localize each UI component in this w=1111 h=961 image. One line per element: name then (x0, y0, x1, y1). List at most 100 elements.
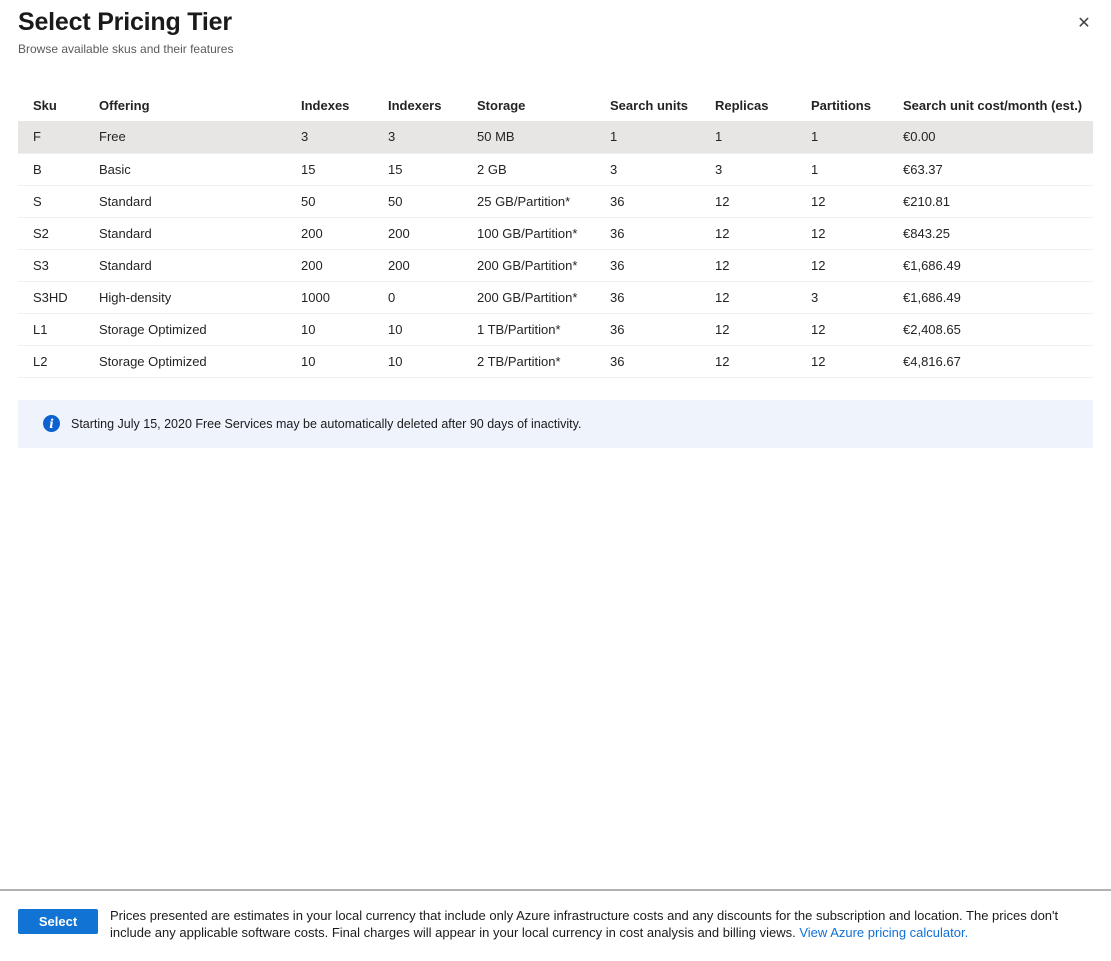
cell-replicas: 1 (715, 121, 811, 153)
azure-pricing-calculator-link[interactable]: View Azure pricing calculator. (799, 925, 968, 940)
cell-offering: Basic (99, 153, 301, 185)
cell-indexes: 3 (301, 121, 388, 153)
cell-offering: Standard (99, 185, 301, 217)
cell-sku: S3 (18, 249, 99, 281)
cell-replicas: 12 (715, 217, 811, 249)
cell-search-units: 36 (610, 345, 715, 377)
table-row[interactable]: S2 Standard 200 200 100 GB/Partition* 36… (18, 217, 1093, 249)
cell-cost: €4,816.67 (903, 345, 1093, 377)
column-header-sku: Sku (18, 90, 99, 121)
cell-indexers: 10 (388, 313, 477, 345)
cell-offering: Storage Optimized (99, 345, 301, 377)
cell-sku: S3HD (18, 281, 99, 313)
column-header-indexes: Indexes (301, 90, 388, 121)
close-icon[interactable]: ✕ (1073, 12, 1095, 34)
cell-indexes: 200 (301, 249, 388, 281)
table-row[interactable]: S3HD High-density 1000 0 200 GB/Partitio… (18, 281, 1093, 313)
cell-offering: Storage Optimized (99, 313, 301, 345)
cell-storage: 2 GB (477, 153, 610, 185)
column-header-search-units: Search units (610, 90, 715, 121)
cell-storage: 25 GB/Partition* (477, 185, 610, 217)
cell-search-units: 3 (610, 153, 715, 185)
select-button[interactable]: Select (18, 909, 98, 934)
cell-indexes: 200 (301, 217, 388, 249)
cell-indexers: 3 (388, 121, 477, 153)
table-row[interactable]: S Standard 50 50 25 GB/Partition* 36 12 … (18, 185, 1093, 217)
cell-replicas: 12 (715, 313, 811, 345)
cell-partitions: 12 (811, 185, 903, 217)
cell-replicas: 12 (715, 249, 811, 281)
pricing-table: Sku Offering Indexes Indexers Storage Se… (18, 90, 1093, 378)
cell-partitions: 3 (811, 281, 903, 313)
cell-search-units: 1 (610, 121, 715, 153)
cell-offering: Standard (99, 217, 301, 249)
table-row[interactable]: S3 Standard 200 200 200 GB/Partition* 36… (18, 249, 1093, 281)
cell-indexers: 50 (388, 185, 477, 217)
table-row[interactable]: F Free 3 3 50 MB 1 1 1 €0.00 (18, 121, 1093, 153)
info-icon: i (43, 415, 60, 432)
cell-search-units: 36 (610, 281, 715, 313)
cell-storage: 50 MB (477, 121, 610, 153)
cell-cost: €1,686.49 (903, 281, 1093, 313)
cell-partitions: 12 (811, 249, 903, 281)
cell-indexes: 1000 (301, 281, 388, 313)
cell-storage: 100 GB/Partition* (477, 217, 610, 249)
column-header-offering: Offering (99, 90, 301, 121)
cell-replicas: 3 (715, 153, 811, 185)
cell-sku: S (18, 185, 99, 217)
cell-search-units: 36 (610, 217, 715, 249)
cell-indexes: 15 (301, 153, 388, 185)
cell-sku: F (18, 121, 99, 153)
table-row[interactable]: L2 Storage Optimized 10 10 2 TB/Partitio… (18, 345, 1093, 377)
cell-indexes: 10 (301, 345, 388, 377)
column-header-partitions: Partitions (811, 90, 903, 121)
column-header-indexers: Indexers (388, 90, 477, 121)
cell-cost: €843.25 (903, 217, 1093, 249)
cell-partitions: 1 (811, 153, 903, 185)
cell-indexers: 200 (388, 217, 477, 249)
cell-indexers: 10 (388, 345, 477, 377)
cell-search-units: 36 (610, 185, 715, 217)
cell-cost: €210.81 (903, 185, 1093, 217)
cell-search-units: 36 (610, 249, 715, 281)
cell-offering: Free (99, 121, 301, 153)
cell-sku: S2 (18, 217, 99, 249)
cell-cost: €2,408.65 (903, 313, 1093, 345)
cell-offering: Standard (99, 249, 301, 281)
pricing-table-container: Sku Offering Indexes Indexers Storage Se… (0, 90, 1111, 378)
cell-sku: B (18, 153, 99, 185)
cell-indexers: 0 (388, 281, 477, 313)
table-row[interactable]: B Basic 15 15 2 GB 3 3 1 €63.37 (18, 153, 1093, 185)
cell-cost: €63.37 (903, 153, 1093, 185)
cell-storage: 2 TB/Partition* (477, 345, 610, 377)
dialog-footer: Select Prices presented are estimates in… (0, 889, 1111, 961)
cell-search-units: 36 (610, 313, 715, 345)
cell-replicas: 12 (715, 281, 811, 313)
column-header-replicas: Replicas (715, 90, 811, 121)
cell-indexers: 15 (388, 153, 477, 185)
column-header-storage: Storage (477, 90, 610, 121)
cell-partitions: 12 (811, 345, 903, 377)
cell-indexes: 50 (301, 185, 388, 217)
cell-sku: L2 (18, 345, 99, 377)
cell-storage: 200 GB/Partition* (477, 281, 610, 313)
cell-indexers: 200 (388, 249, 477, 281)
cell-cost: €0.00 (903, 121, 1093, 153)
page-title: Select Pricing Tier (18, 8, 1093, 37)
cell-storage: 200 GB/Partition* (477, 249, 610, 281)
table-header-row: Sku Offering Indexes Indexers Storage Se… (18, 90, 1093, 121)
info-banner-text: Starting July 15, 2020 Free Services may… (71, 417, 581, 431)
info-banner: i Starting July 15, 2020 Free Services m… (18, 400, 1093, 448)
cell-indexes: 10 (301, 313, 388, 345)
cell-partitions: 12 (811, 217, 903, 249)
cell-cost: €1,686.49 (903, 249, 1093, 281)
cell-partitions: 12 (811, 313, 903, 345)
dialog-header: Select Pricing Tier Browse available sku… (0, 0, 1111, 56)
cell-replicas: 12 (715, 185, 811, 217)
table-row[interactable]: L1 Storage Optimized 10 10 1 TB/Partitio… (18, 313, 1093, 345)
page-subtitle: Browse available skus and their features (18, 42, 1093, 56)
pricing-disclaimer: Prices presented are estimates in your l… (110, 907, 1093, 941)
cell-replicas: 12 (715, 345, 811, 377)
cell-partitions: 1 (811, 121, 903, 153)
column-header-cost: Search unit cost/month (est.) (903, 90, 1093, 121)
